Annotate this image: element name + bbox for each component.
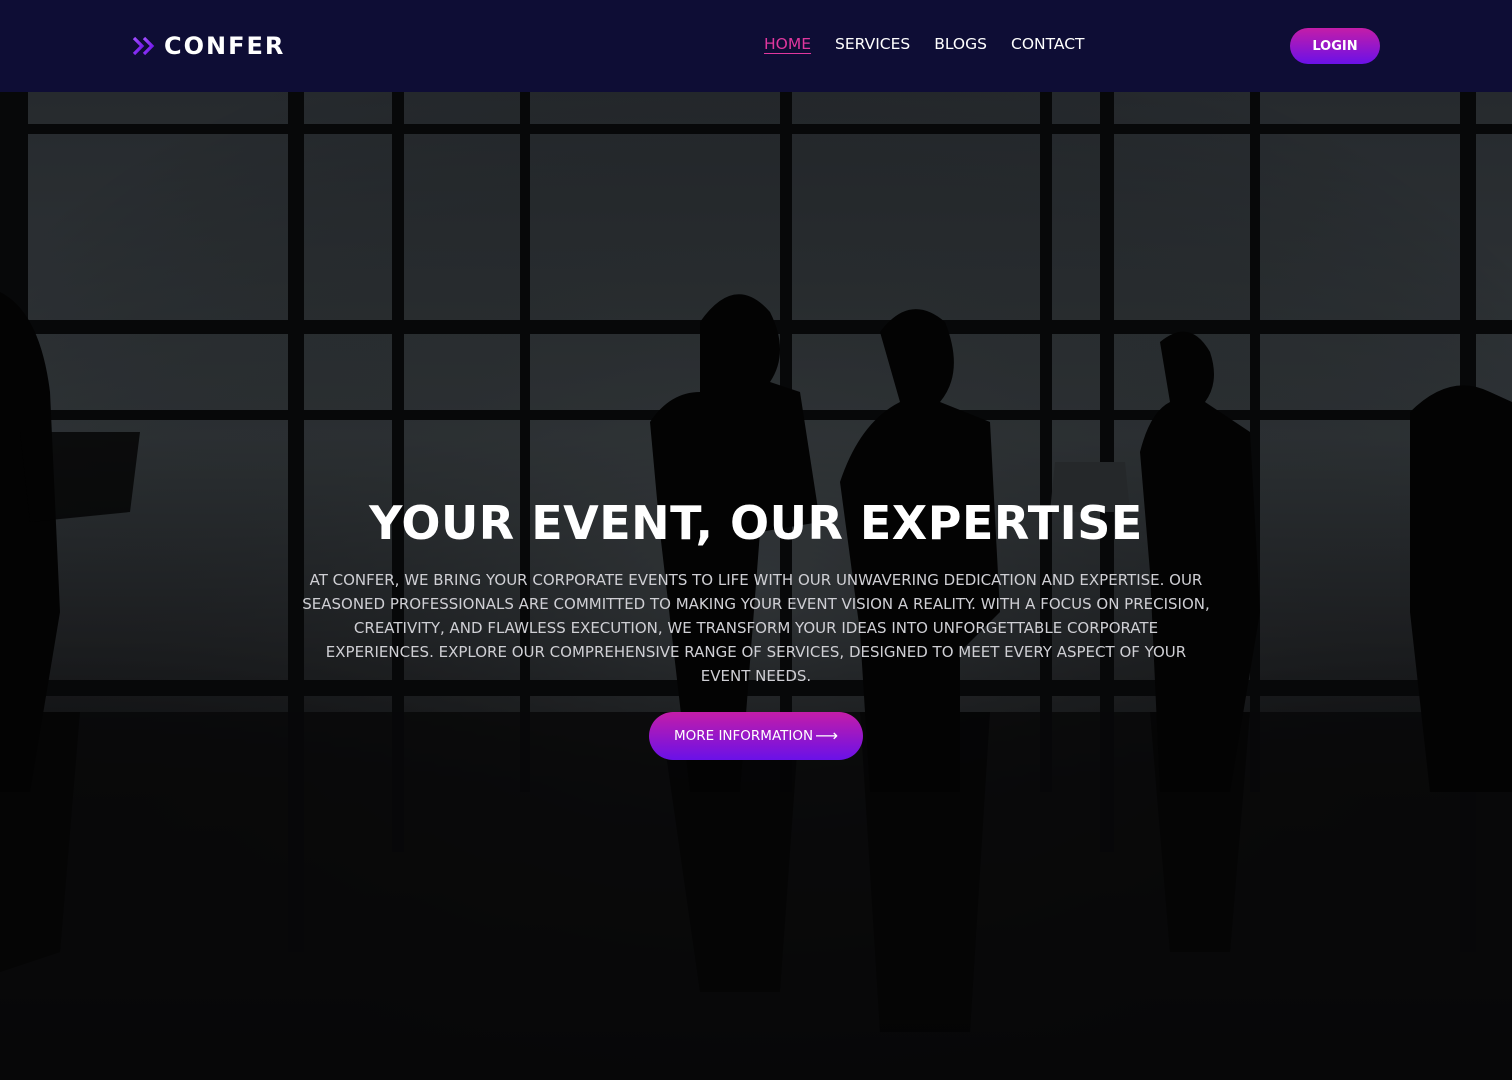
- nav-item-home[interactable]: HOME: [764, 35, 811, 53]
- hero-title: YOUR EVENT, OUR EXPERTISE: [369, 496, 1143, 550]
- hero-content: YOUR EVENT, OUR EXPERTISE AT CONFER, WE …: [0, 496, 1512, 688]
- brand-logo[interactable]: CONFER: [132, 30, 285, 62]
- more-information-label: MORE INFORMATION: [673, 728, 814, 744]
- brand-name: CONFER: [164, 32, 286, 60]
- nav-item-services[interactable]: SERVICES: [835, 35, 910, 53]
- more-information-button[interactable]: MORE INFORMATION ⟶: [649, 712, 863, 760]
- double-chevron-right-icon: [132, 36, 155, 56]
- top-navbar: CONFER HOME SERVICES BLOGS CONTACT LOGIN: [0, 0, 1512, 92]
- hero-description: AT CONFER, WE BRING YOUR CORPORATE EVENT…: [302, 571, 1210, 685]
- nav-item-contact[interactable]: CONTACT: [1011, 35, 1085, 53]
- login-button[interactable]: LOGIN: [1290, 28, 1380, 64]
- hero-section: YOUR EVENT, OUR EXPERTISE AT CONFER, WE …: [0, 92, 1512, 1080]
- main-nav: HOME SERVICES BLOGS CONTACT: [764, 34, 1085, 53]
- arrow-right-icon: ⟶: [815, 726, 839, 745]
- nav-item-blogs[interactable]: BLOGS: [934, 35, 987, 53]
